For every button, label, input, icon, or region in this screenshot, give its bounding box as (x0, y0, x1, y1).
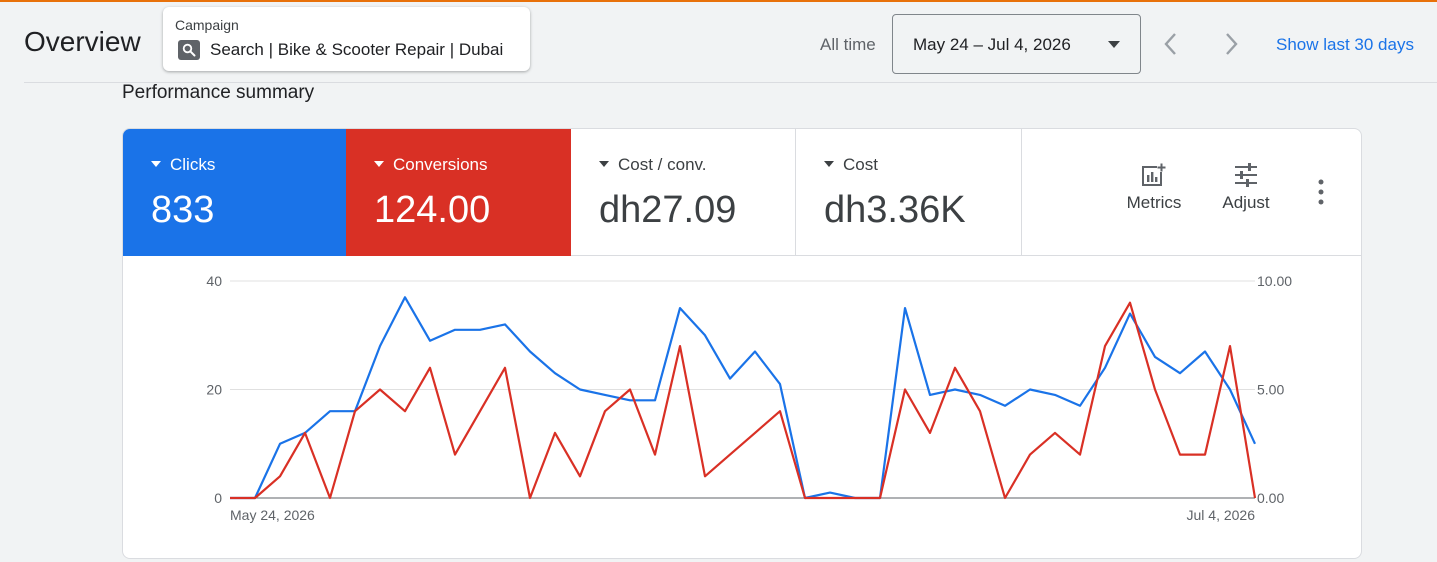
metric-tile-conversions[interactable]: Conversions 124.00 (346, 129, 571, 256)
next-period-button[interactable] (1220, 30, 1242, 58)
metric-value: 833 (151, 189, 215, 231)
right-axis-tick-label: 10.00 (1257, 273, 1292, 289)
metric-tiles: Clicks 833 Conversions 124.00 Cost / con… (123, 129, 1361, 256)
caret-down-icon (374, 160, 384, 167)
right-axis-tick-label: 5.00 (1257, 382, 1284, 398)
chevron-right-icon (1226, 33, 1238, 55)
metric-value: dh3.36K (824, 189, 966, 231)
metric-label: Clicks (170, 155, 216, 174)
metric-label: Cost / conv. (618, 155, 707, 174)
range-label: All time (820, 35, 876, 54)
add-chart-icon (1142, 163, 1166, 186)
metrics-button[interactable]: Metrics (1119, 163, 1189, 213)
adjust-button-label: Adjust (1222, 193, 1270, 212)
previous-period-button[interactable] (1160, 30, 1182, 58)
search-icon (178, 40, 200, 60)
metric-label: Conversions (393, 155, 488, 174)
left-axis-tick-label: 20 (206, 382, 222, 398)
metric-tile-clicks[interactable]: Clicks 833 (123, 129, 346, 256)
chevron-left-icon (1164, 33, 1176, 55)
more-vert-icon (1318, 179, 1324, 205)
left-axis-tick-label: 0 (214, 490, 222, 506)
campaign-selector[interactable]: Campaign Search | Bike & Scooter Repair … (163, 7, 530, 71)
metric-tile-cost-per-conversion[interactable]: Cost / conv. dh27.09 (571, 129, 796, 256)
metrics-button-label: Metrics (1126, 193, 1182, 212)
x-axis-start-label: May 24, 2026 (230, 507, 315, 523)
performance-chart[interactable]: 0 20 40 0.00 5.00 10.00 May 24, 2026 Jul 4, 202… (123, 256, 1361, 558)
campaign-name: Search | Bike & Scooter Repair | Dubai (210, 40, 504, 59)
page-header: Overview Campaign Search | Bike & Scoote… (0, 2, 1437, 82)
chart-canvas: 0 20 40 0.00 5.00 10.00 May 24, 2026 Jul 4, 202… (206, 273, 1292, 523)
metric-value: dh27.09 (599, 189, 737, 231)
more-options-button[interactable] (1311, 179, 1331, 205)
tune-icon (1235, 163, 1257, 187)
performance-summary-card: Clicks 833 Conversions 124.00 Cost / con… (122, 128, 1362, 559)
metric-label: Cost (843, 155, 878, 174)
left-axis-tick-label: 40 (206, 273, 222, 289)
x-axis-end-label: Jul 4, 2026 (1187, 507, 1256, 523)
metric-tile-cost[interactable]: Cost dh3.36K (796, 129, 1022, 256)
metric-value: 124.00 (374, 189, 491, 231)
date-range-value: May 24 – Jul 4, 2026 (913, 35, 1071, 54)
caret-down-icon (151, 160, 161, 167)
right-axis-tick-label: 0.00 (1257, 490, 1284, 506)
caret-down-icon (824, 160, 834, 167)
adjust-button[interactable]: Adjust (1213, 163, 1279, 213)
campaign-label: Campaign (175, 17, 239, 33)
show-last-30-days-link[interactable]: Show last 30 days (1276, 35, 1414, 55)
date-range-dropdown[interactable]: May 24 – Jul 4, 2026 (892, 14, 1141, 74)
section-title: Performance summary (122, 82, 315, 103)
page-title: Overview (24, 26, 141, 57)
caret-down-icon (599, 160, 609, 167)
clicks-series-line (230, 296, 1256, 500)
conversions-series-line (230, 301, 1257, 500)
dropdown-arrow-icon (1108, 41, 1120, 48)
